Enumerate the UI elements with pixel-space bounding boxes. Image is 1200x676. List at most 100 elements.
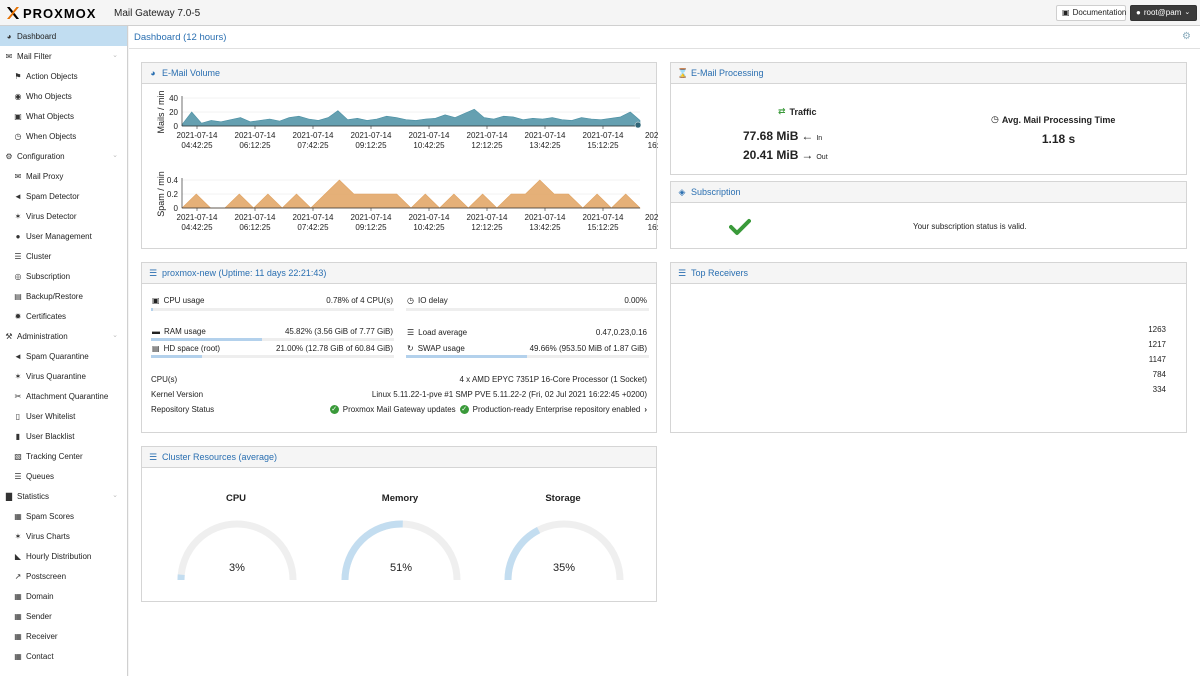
sidebar-item-configuration[interactable]: ⚙ Configuration ⌄	[0, 146, 127, 166]
sidebar-item-mail-filter[interactable]: ✉ Mail Filter ⌄	[0, 46, 127, 66]
cpu-icon: ▣	[152, 296, 160, 305]
chevron-down-icon[interactable]: ⌄	[112, 491, 118, 499]
mail-x-tick-date: 2021-07-14	[293, 131, 334, 140]
sidebar-item-label: Statistics	[17, 491, 50, 501]
memory-icon: ▬	[152, 327, 160, 336]
users-icon: ●	[15, 231, 21, 241]
sidebar-item-who-objects[interactable]: ◉ Who Objects	[0, 86, 127, 106]
sidebar-item-label: Action Objects	[26, 71, 78, 81]
io-delay-text: IO delay	[417, 296, 448, 305]
sidebar-item-attachment-quarantine[interactable]: ✂ Attachment Quarantine	[0, 386, 127, 406]
main-content: Dashboard (12 hours) ⚙ ◕ E-Mail Volume M…	[129, 26, 1200, 676]
floppy-icon: ▤	[14, 291, 22, 301]
bug-icon: ✶	[14, 371, 22, 381]
sidebar-item-when-objects[interactable]: ◷ When Objects	[0, 126, 127, 146]
sidebar-item-spam-quarantine[interactable]: ◄ Spam Quarantine	[0, 346, 127, 366]
sidebar-item-virus-charts[interactable]: ✶ Virus Charts	[0, 526, 127, 546]
chevron-down-icon: ⌄	[1184, 9, 1191, 16]
paperclip-icon: ✂	[14, 391, 22, 401]
sidebar-item-spam-scores[interactable]: ▦ Spam Scores	[0, 506, 127, 526]
sidebar-item-statistics[interactable]: ▇ Statistics ⌄	[0, 486, 127, 506]
sidebar-item-administration[interactable]: ⚒ Administration ⌄	[0, 326, 127, 346]
clock-icon: ◷	[14, 131, 22, 141]
node-status-panel: ☰ proxmox-new (Uptime: 11 days 22:21:43)…	[141, 262, 657, 433]
traffic-label: Traffic	[789, 106, 817, 117]
chevron-down-icon[interactable]: ⌄	[112, 331, 118, 339]
mail-x-tick-time: 04:42:25	[181, 141, 213, 150]
sidebar-item-cluster[interactable]: ☰ Cluster	[0, 246, 127, 266]
user-menu-button[interactable]: ● root@pam ⌄	[1130, 5, 1197, 21]
sidebar-item-sender[interactable]: ▦ Sender	[0, 606, 127, 626]
sidebar-item-what-objects[interactable]: ▣ What Objects	[0, 106, 127, 126]
sidebar-item-user-whitelist[interactable]: ▯ User Whitelist	[0, 406, 127, 426]
sidebar-item-tracking-center[interactable]: ▧ Tracking Center	[0, 446, 127, 466]
sidebar-item-backup-restore[interactable]: ▤ Backup/Restore	[0, 286, 127, 306]
cluster-gauges	[177, 520, 624, 581]
spam-x-tick-date: 2021-07-14	[351, 213, 392, 222]
cpus-value: 4 x AMD EPYC 7351P 16-Core Processor (1 …	[459, 375, 648, 384]
sidebar-item-virus-quarantine[interactable]: ✶ Virus Quarantine	[0, 366, 127, 386]
receiver-count: 1263	[1148, 325, 1166, 334]
mail-current-point	[634, 121, 642, 129]
bullhorn-icon: ◄	[14, 351, 22, 361]
mail-x-tick-date: 2021-07-14	[525, 131, 566, 140]
sidebar-item-certificates[interactable]: ✹ Certificates	[0, 306, 127, 326]
sidebar-item-user-management[interactable]: ● User Management	[0, 226, 127, 246]
proxmox-x-icon	[7, 7, 19, 19]
sidebar-item-domain[interactable]: ▦ Domain	[0, 586, 127, 606]
load-average-label: ☰ Load average	[407, 328, 467, 337]
sidebar-item-user-blacklist[interactable]: ▮ User Blacklist	[0, 426, 127, 446]
sidebar-item-hourly-distribution[interactable]: ◣ Hourly Distribution	[0, 546, 127, 566]
sidebar-item-postscreen[interactable]: ↗ Postscreen	[0, 566, 127, 586]
sidebar-item-label: User Whitelist	[26, 411, 76, 421]
list-icon: ☰	[677, 267, 687, 278]
sidebar-item-label: Domain	[26, 591, 54, 601]
sidebar-item-label: Mail Filter	[17, 51, 52, 61]
sidebar-item-mail-proxy[interactable]: ✉ Mail Proxy	[0, 166, 127, 186]
bug-icon: ✶	[14, 531, 22, 541]
gear-icon[interactable]: ⚙	[1182, 31, 1194, 43]
sidebar-item-action-objects[interactable]: ⚑ Action Objects	[0, 66, 127, 86]
load-average-value: 0.47,0.23,0.16	[595, 328, 647, 337]
spam-x-tick-date: 2021-07-14	[293, 213, 334, 222]
sidebar-item-virus-detector[interactable]: ✶ Virus Detector	[0, 206, 127, 226]
clock-icon: ◷	[407, 296, 414, 305]
file-icon: ▯	[15, 411, 21, 421]
mail-x-tick-date: 2021-07-14	[583, 131, 624, 140]
sidebar-item-receiver[interactable]: ▦ Receiver	[0, 626, 127, 646]
sidebar-item-spam-detector[interactable]: ◄ Spam Detector	[0, 186, 127, 206]
receiver-count: 784	[1152, 370, 1166, 379]
cluster-resources-header: ☰ Cluster Resources (average)	[142, 447, 656, 468]
spam-x-tick-time: 15:12:25	[587, 223, 619, 232]
spam-x-tick-time: 13:42:25	[529, 223, 561, 232]
chevron-down-icon[interactable]: ⌄	[112, 151, 118, 159]
hd-space-bar	[151, 355, 394, 358]
sidebar-item-subscription[interactable]: ◎ Subscription	[0, 266, 127, 286]
repo-status-value[interactable]: ✓ Proxmox Mail Gateway updates ✓ Product…	[329, 405, 647, 414]
mail-y-axis-label: Mails / min	[156, 90, 166, 133]
sidebar-item-contact[interactable]: ▦ Contact	[0, 646, 127, 666]
mail-x-tick-time: 13:42:25	[529, 141, 561, 150]
kernel-label: Kernel Version	[151, 390, 204, 399]
chevron-down-icon[interactable]: ⌄	[112, 51, 118, 59]
mail-x-tick-time: 06:12:25	[239, 141, 271, 150]
email-processing-header: ⌛ E-Mail Processing	[671, 63, 1186, 84]
ram-usage-bar-fill	[151, 338, 263, 341]
sidebar-item-dashboard[interactable]: ◕ Dashboard	[0, 26, 127, 46]
sidebar-item-label: Tracking Center	[26, 451, 83, 461]
spam-y-tick-label: 0.2	[167, 190, 179, 199]
sidebar-item-queues[interactable]: ☰ Queues	[0, 466, 127, 486]
table-icon: ▦	[14, 511, 22, 521]
arrow-left-icon: ←	[801, 129, 814, 143]
ram-usage-text: RAM usage	[164, 327, 206, 336]
cpu-usage-value: 0.78% of 4 CPU(s)	[326, 296, 393, 305]
mail-area-series	[181, 108, 641, 127]
refresh-icon: ↻	[407, 344, 414, 353]
documentation-button[interactable]: ▣ Documentation	[1056, 5, 1126, 21]
sidebar-item-label: Receiver	[26, 631, 58, 641]
sidebar-item-label: Backup/Restore	[26, 291, 83, 301]
cube-icon: ▣	[14, 111, 22, 121]
hd-space-value: 21.00% (12.78 GiB of 60.84 GiB)	[276, 344, 393, 353]
flag-icon: ⚑	[14, 71, 22, 81]
spam-y-axis-label: Spam / min	[156, 171, 166, 217]
